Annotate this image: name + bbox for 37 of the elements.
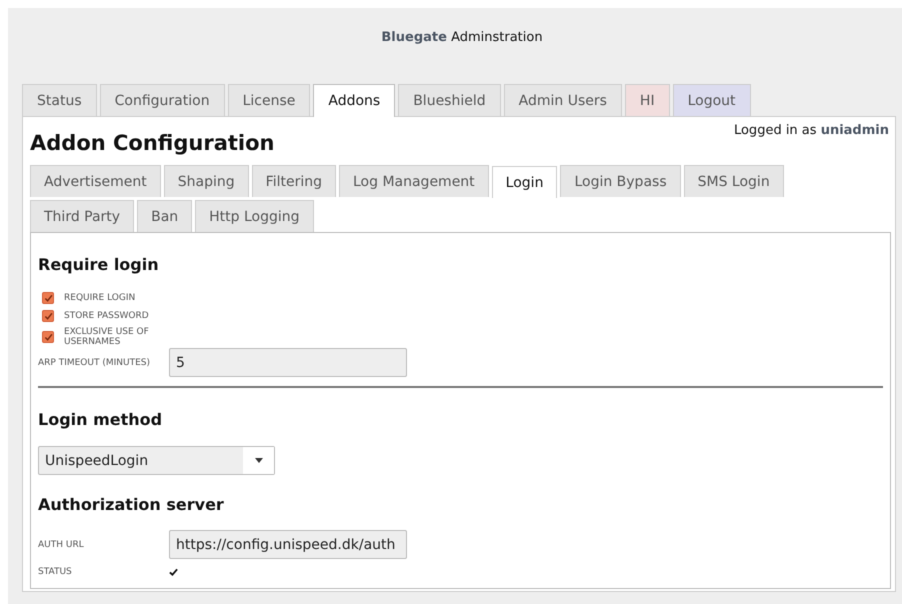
sub-tab[interactable]: Third Party [30, 200, 134, 232]
sub-tab[interactable]: Advertisement [30, 165, 161, 197]
main-tab[interactable]: License [228, 84, 310, 116]
login-method-dropdown[interactable]: UnispeedLogin [38, 446, 275, 475]
main-tab[interactable]: Blueshield [398, 84, 501, 116]
field-label: ARP TIMEOUT (MINUTES) [38, 358, 151, 368]
sub-tab[interactable]: Login Bypass [560, 165, 681, 197]
sub-tab[interactable]: Http Logging [195, 200, 314, 232]
sub-tab[interactable]: Ban [137, 200, 192, 232]
main-tab[interactable]: HI [624, 84, 670, 116]
main-tab[interactable]: Admin Users [504, 84, 622, 116]
section-heading: Login method [38, 410, 164, 429]
main-tab[interactable]: Logout [672, 84, 751, 116]
main-tab[interactable]: Configuration [100, 84, 225, 116]
sub-tab[interactable]: Shaping [164, 165, 249, 197]
page-title: Addon Configuration [30, 131, 274, 155]
checkbox-label: REQUIRE LOGIN [64, 293, 136, 303]
checkbox-label: EXCLUSIVE USE OF USERNAMES [64, 327, 150, 347]
field-label: STATUS [38, 567, 73, 577]
sub-tab[interactable]: Login [492, 166, 558, 198]
sub-tab[interactable]: Filtering [252, 165, 336, 197]
field-label: AUTH URL [38, 540, 85, 550]
main-tab[interactable]: Addons [313, 84, 396, 117]
app-title: Bluegate Adminstration [381, 30, 543, 47]
checkbox-label: STORE PASSWORD [64, 311, 150, 321]
caret-icon [254, 458, 262, 463]
login-status: Logged in as uniadmin [734, 123, 889, 138]
section-heading: Authorization server [38, 495, 225, 514]
main-tab[interactable]: Status [22, 84, 97, 116]
sub-tab[interactable]: SMS Login [684, 165, 784, 197]
input-field[interactable]: 5 [169, 348, 407, 377]
section-heading: Require login [38, 255, 160, 274]
input-field[interactable]: https://config.unispeed.dk/auth [169, 530, 407, 559]
checkbox[interactable] [42, 292, 54, 304]
checkbox[interactable] [42, 331, 54, 343]
sub-tab[interactable]: Log Management [338, 165, 489, 197]
checkbox[interactable] [42, 310, 54, 322]
